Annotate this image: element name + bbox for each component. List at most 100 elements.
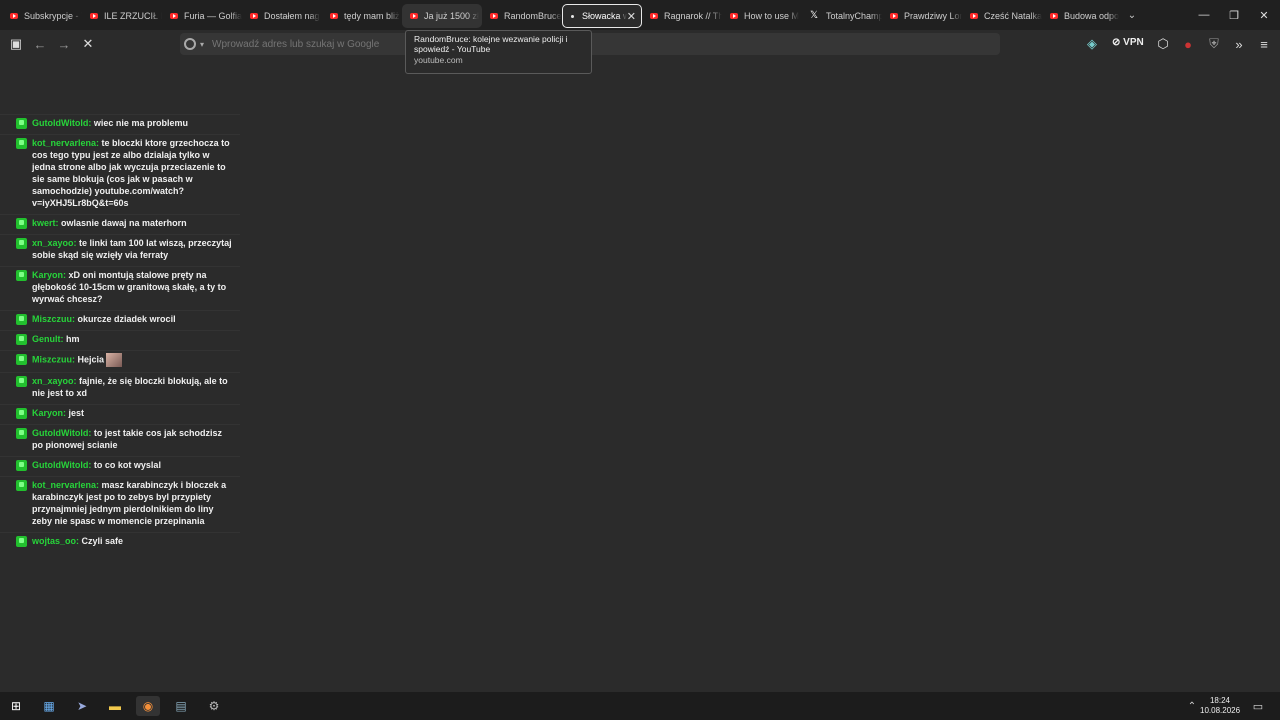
tab-strip: Subskrypcje - Y ILE ZRZUCIŁ P Furia — Go… bbox=[0, 0, 1280, 30]
sub-badge-icon bbox=[16, 376, 27, 387]
sub-badge-icon bbox=[16, 354, 27, 365]
forward-icon[interactable]: → bbox=[54, 34, 74, 54]
tab-label: ILE ZRZUCIŁ P bbox=[104, 11, 162, 21]
browser-icon[interactable]: ◉ bbox=[136, 696, 160, 716]
tab-0[interactable]: Subskrypcje - Y bbox=[2, 4, 82, 28]
extensions-icon[interactable]: ⬡ bbox=[1153, 34, 1173, 54]
close-tab-icon[interactable]: ✕ bbox=[627, 10, 636, 23]
youtube-icon bbox=[1050, 13, 1058, 19]
chat-message: kot_nervarlena: te bloczki ktore grzecho… bbox=[0, 135, 240, 215]
tab-1[interactable]: ILE ZRZUCIŁ P bbox=[82, 4, 162, 28]
minimize-icon[interactable]: — bbox=[1188, 0, 1220, 30]
chat-text: te bloczki ktore grzechocza to cos tego … bbox=[32, 138, 230, 208]
youtube-icon bbox=[730, 13, 738, 19]
tab-label: TotalnyChamp bbox=[826, 11, 882, 21]
tab-8[interactable]: Ragnarok // Th bbox=[642, 4, 722, 28]
chevron-down-icon[interactable]: ▾ bbox=[200, 40, 204, 49]
sub-badge-icon bbox=[16, 138, 27, 149]
chat-username[interactable]: GutoldWitold: bbox=[32, 460, 91, 470]
shield-icon[interactable]: ◈ bbox=[1082, 34, 1102, 54]
chat-message: Karyon: jest bbox=[0, 405, 240, 425]
youtube-icon bbox=[90, 13, 98, 19]
tab-5[interactable]: Ja już 1500 zł bbox=[402, 4, 482, 28]
settings-icon[interactable]: ⚙ bbox=[202, 696, 226, 716]
tab-label: How to use M bbox=[744, 11, 800, 21]
tab-4[interactable]: tędy mam bliż bbox=[322, 4, 402, 28]
chat-username[interactable]: Genult: bbox=[32, 334, 64, 344]
chat-username[interactable]: GutoldWitold: bbox=[32, 428, 91, 438]
chat-text: okurcze dziadek wrocil bbox=[77, 314, 176, 324]
notifications-icon[interactable]: ▭ bbox=[1246, 696, 1270, 716]
tab-6[interactable]: RandomBruce: bbox=[482, 4, 562, 28]
windows-start-icon[interactable]: ⊞ bbox=[4, 696, 28, 716]
chat-panel: GutoldWitold: wiec nie ma problemu kot_n… bbox=[0, 97, 240, 603]
close-window-icon[interactable]: ✕ bbox=[1248, 0, 1280, 30]
chat-username[interactable]: kwert: bbox=[32, 218, 59, 228]
file-explorer-icon[interactable]: ▬ bbox=[103, 696, 127, 716]
tab-label: Budowa odpo bbox=[1064, 11, 1120, 21]
chat-message: Miszczuu: okurcze dziadek wrocil bbox=[0, 311, 240, 331]
privacy-shield-icon[interactable]: ⛨ bbox=[1204, 34, 1224, 54]
x-icon: 𝕏 bbox=[810, 10, 819, 21]
chat-message: kwert: owlasnie dawaj na materhorn bbox=[0, 215, 240, 235]
vpn-label: VPN bbox=[1123, 37, 1144, 48]
tab-3[interactable]: Dostałem nag bbox=[242, 4, 322, 28]
chat-username[interactable]: GutoldWitold: bbox=[32, 118, 91, 128]
chat-text: wiec nie ma problemu bbox=[93, 118, 188, 128]
sidebar-toggle-icon[interactable]: ▣ bbox=[6, 34, 26, 54]
tab-label: Ja już 1500 zł bbox=[424, 11, 480, 21]
chat-message: xn_xayoo: te linki tam 100 lat wiszą, pr… bbox=[0, 235, 240, 267]
chat-message: Miszczuu: Hejcia bbox=[0, 351, 240, 373]
chat-username[interactable]: Miszczuu: bbox=[32, 354, 75, 364]
tab-label: RandomBruce: bbox=[504, 11, 562, 21]
chat-username[interactable]: wojtas_oo: bbox=[32, 536, 79, 546]
youtube-icon bbox=[250, 13, 258, 19]
tab-label: Słowacka w bbox=[582, 11, 627, 21]
tooltip-title: RandomBruce: kolejne wezwanie policji i … bbox=[414, 34, 568, 54]
tab-2[interactable]: Furia — Golfia bbox=[162, 4, 242, 28]
tab-label: Dostałem nag bbox=[264, 11, 320, 21]
tab-13[interactable]: Budowa odpo bbox=[1042, 4, 1122, 28]
tab-10[interactable]: 𝕏 TotalnyChamp bbox=[802, 4, 882, 28]
back-icon[interactable]: ← bbox=[30, 34, 50, 54]
stop-loading-icon[interactable]: ✕ bbox=[78, 34, 98, 54]
menu-icon[interactable]: ≡ bbox=[1254, 34, 1274, 54]
chat-username[interactable]: Karyon: bbox=[32, 270, 66, 280]
chat-username[interactable]: xn_xayoo: bbox=[32, 376, 77, 386]
chat-text: Czyli safe bbox=[81, 536, 124, 546]
clock-date: 10.08.2026 bbox=[1200, 706, 1241, 715]
chat-text: to co kot wyslal bbox=[93, 460, 161, 470]
sub-badge-icon bbox=[16, 428, 27, 439]
tab-11[interactable]: Prawdziwy Lon bbox=[882, 4, 962, 28]
youtube-icon bbox=[650, 13, 658, 19]
steam-icon[interactable]: ➤ bbox=[70, 696, 94, 716]
restore-icon[interactable]: ❐ bbox=[1218, 0, 1250, 30]
chat-username[interactable]: Miszczuu: bbox=[32, 314, 75, 324]
chat-username[interactable]: xn_xayoo: bbox=[32, 238, 77, 248]
chat-username[interactable]: kot_nervarlena: bbox=[32, 138, 99, 148]
overflow-chevron-icon[interactable]: » bbox=[1229, 34, 1249, 54]
sub-badge-icon bbox=[16, 270, 27, 281]
tab-9[interactable]: How to use M bbox=[722, 4, 802, 28]
tab-label: tędy mam bliż bbox=[344, 11, 400, 21]
ublock-icon[interactable]: ● bbox=[1178, 34, 1198, 54]
chat-message: xn_xayoo: fajnie, że się bloczki blokują… bbox=[0, 373, 240, 405]
tab-label: Ragnarok // Th bbox=[664, 11, 722, 21]
calculator-icon[interactable]: ▤ bbox=[169, 696, 193, 716]
chat-username[interactable]: kot_nervarlena: bbox=[32, 480, 99, 490]
chat-username[interactable]: Karyon: bbox=[32, 408, 66, 418]
youtube-icon bbox=[410, 13, 418, 19]
chat-message: GutoldWitold: wiec nie ma problemu bbox=[0, 115, 240, 135]
remote-desktop-icon[interactable]: ▦ bbox=[37, 696, 61, 716]
tab-list-chevron-icon[interactable]: ⌄ bbox=[1122, 10, 1142, 21]
chat-text: owlasnie dawaj na materhorn bbox=[61, 218, 187, 228]
tab-7-active[interactable]: Słowacka w ✕ bbox=[562, 4, 642, 28]
vpn-button[interactable]: ⊘ VPN bbox=[1112, 37, 1144, 48]
sub-badge-icon bbox=[16, 460, 27, 471]
tab-12[interactable]: Cześć Natalka bbox=[962, 4, 1042, 28]
browser-toolbar: ▣ ← → ✕ ▾ ◈ ⊘ VPN ⬡ ● ⛨ » ≡ bbox=[0, 30, 1280, 58]
tab-label: Furia — Golfia bbox=[184, 11, 242, 21]
taskbar-clock[interactable]: 18:24 10.08.2026 bbox=[1200, 696, 1240, 716]
youtube-icon bbox=[970, 13, 978, 19]
chat-message: Karyon: xD oni montują stalowe pręty na … bbox=[0, 267, 240, 311]
